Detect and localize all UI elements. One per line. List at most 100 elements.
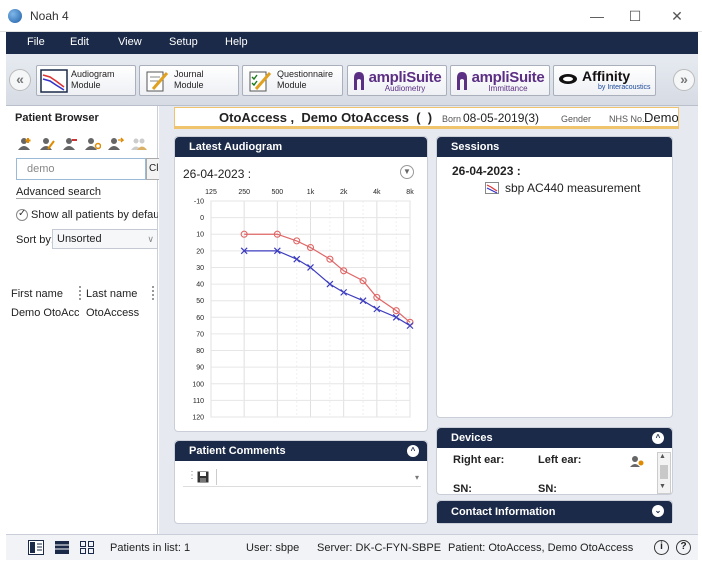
amplisuite-audiometry-button[interactable]: ampliSuite Audiometry xyxy=(347,65,447,96)
toolbar-separator xyxy=(216,469,217,485)
collapse-up-icon[interactable]: ^ xyxy=(652,432,664,444)
status-bar: Patients in list: 1 User: sbpe Server: D… xyxy=(6,534,698,560)
y-tick-label: 110 xyxy=(193,398,204,405)
affinity-button[interactable]: Affinity by Interacoustics xyxy=(553,65,656,96)
toolbar-grip: ⋮ xyxy=(187,470,197,481)
x-tick-label: 4k xyxy=(373,189,381,196)
column-resize-handle[interactable] xyxy=(152,286,154,300)
sort-by-value: Unsorted xyxy=(57,233,102,245)
x-tick-label: 125 xyxy=(205,189,217,196)
layout-grid-icon[interactable] xyxy=(80,541,94,554)
status-patient: Patient: OtoAccess, Demo OtoAccess xyxy=(448,542,634,554)
layout-list-icon[interactable] xyxy=(55,541,69,554)
sort-by-select[interactable]: Unsorted ∨ xyxy=(52,229,158,249)
menu-bar: File Edit View Setup Help xyxy=(6,32,698,54)
scroll-down-icon[interactable]: ▼ xyxy=(659,483,666,490)
add-patient-icon[interactable] xyxy=(16,137,32,151)
menu-setup[interactable]: Setup xyxy=(169,32,198,54)
patient-banner: OtoAccess , Demo OtoAccess ( ) Born 08-0… xyxy=(174,107,679,129)
journal-module-label: Journal xyxy=(174,69,204,79)
audiogram-dropdown-button[interactable]: ▼ xyxy=(400,165,414,179)
toolbar-overflow-icon[interactable]: ▾ xyxy=(415,473,419,482)
show-all-checkbox[interactable]: ✓ xyxy=(16,208,28,221)
scroll-left-button[interactable]: « xyxy=(9,69,31,91)
latest-audiogram-panel: Latest Audiogram 26-04-2023 : ▼ 125 250 50… xyxy=(174,136,428,432)
y-tick-label: 30 xyxy=(196,265,204,272)
patient-comments-title: Patient Comments xyxy=(175,441,427,461)
affinity-logo-icon xyxy=(559,74,577,84)
close-button[interactable]: ✕ xyxy=(662,6,692,26)
questionnaire-module-icon xyxy=(249,71,272,92)
session-item[interactable]: sbp AC440 measurement xyxy=(485,181,665,197)
minimize-button[interactable]: — xyxy=(582,6,612,26)
layout-split-icon[interactable] xyxy=(28,540,44,555)
x-tick-label: 500 xyxy=(271,189,283,196)
patient-group-icon[interactable] xyxy=(131,137,147,151)
born-label: Born xyxy=(442,114,462,124)
audiogram-module-button[interactable]: Audiogram Module xyxy=(36,65,136,96)
column-first-name[interactable]: First name xyxy=(11,288,63,304)
affinity-name: Affinity xyxy=(582,68,631,84)
y-tick-label: -10 xyxy=(194,199,204,206)
x-tick-label: 1k xyxy=(307,189,315,196)
scroll-thumb[interactable] xyxy=(660,465,668,479)
help-icon[interactable]: ? xyxy=(676,540,691,555)
session-item-label: sbp AC440 measurement xyxy=(505,181,641,195)
maximize-button[interactable]: ☐ xyxy=(620,6,650,26)
show-all-label: Show all patients by default xyxy=(31,209,158,221)
amplisuite-immittance-button[interactable]: ampliSuite Immittance xyxy=(450,65,550,96)
save-icon[interactable] xyxy=(197,471,209,483)
module-bar: « Audiogram Module Journal Module Question… xyxy=(6,54,698,106)
device-settings-icon[interactable] xyxy=(630,455,644,467)
row-first-name: Demo OtoAcc xyxy=(11,307,79,319)
info-icon[interactable]: i xyxy=(654,540,669,555)
y-tick-label: 10 xyxy=(196,232,204,239)
y-tick-label: 60 xyxy=(196,315,204,322)
title-bar: Noah 4 — ☐ ✕ xyxy=(0,0,702,32)
expand-down-icon[interactable]: ⌄ xyxy=(652,505,664,517)
audiogram-module-label: Audiogram xyxy=(71,69,115,79)
column-last-name[interactable]: Last name xyxy=(86,288,137,304)
y-tick-label: 80 xyxy=(196,348,204,355)
questionnaire-module-label: Questionnaire xyxy=(277,69,334,79)
measurement-icon xyxy=(485,182,499,194)
affinity-sub: by Interacoustics xyxy=(598,84,651,91)
right-ear-label: Right ear: xyxy=(453,454,505,466)
journal-module-sublabel: Module xyxy=(174,80,204,90)
nhs-label: NHS No. xyxy=(609,114,645,124)
nhs-value: Demo xyxy=(644,110,678,125)
scroll-up-icon[interactable]: ▲ xyxy=(659,453,666,460)
menu-view[interactable]: View xyxy=(118,32,142,54)
menu-file[interactable]: File xyxy=(27,32,45,54)
transfer-patient-icon[interactable] xyxy=(108,137,124,151)
menu-edit[interactable]: Edit xyxy=(70,32,89,54)
menu-help[interactable]: Help xyxy=(225,32,248,54)
merge-patient-icon[interactable] xyxy=(85,137,101,151)
contact-information-title: Contact Information xyxy=(437,501,672,523)
scroll-right-button[interactable]: » xyxy=(673,69,695,91)
questionnaire-module-button[interactable]: Questionnaire Module xyxy=(242,65,343,96)
y-tick-label: 100 xyxy=(192,381,204,388)
chevron-down-icon: ∨ xyxy=(147,234,154,244)
y-tick-label: 120 xyxy=(192,415,204,422)
devices-panel: Devices ^ Right ear: Left ear: SN: SN: ▲… xyxy=(436,427,673,495)
status-server: Server: DK-C-FYN-SBPE xyxy=(317,542,442,554)
remove-patient-icon[interactable] xyxy=(62,137,78,151)
audiogram-module-sublabel: Module xyxy=(71,80,101,90)
collapse-up-icon[interactable]: ^ xyxy=(407,445,419,457)
advanced-search-link[interactable]: Advanced search xyxy=(16,186,101,199)
column-resize-handle[interactable] xyxy=(79,286,81,300)
journal-module-button[interactable]: Journal Module xyxy=(139,65,239,96)
sessions-panel: Sessions 26-04-2023 : sbp AC440 measurem… xyxy=(436,136,673,418)
y-tick-label: 90 xyxy=(196,365,204,372)
devices-title: Devices xyxy=(437,428,672,448)
devices-scrollbar[interactable]: ▲ ▼ xyxy=(657,452,671,494)
table-row[interactable]: Demo OtoAcc OtoAccess xyxy=(6,305,158,321)
y-tick-label: 40 xyxy=(196,282,204,289)
left-ear-label: Left ear: xyxy=(538,454,582,466)
gender-label: Gender xyxy=(561,114,592,124)
comments-toolbar: ⋮ ▾ xyxy=(183,469,421,487)
edit-patient-icon[interactable] xyxy=(39,137,55,151)
patient-search-input[interactable] xyxy=(17,159,135,179)
sort-by-label: Sort by: xyxy=(16,234,54,246)
